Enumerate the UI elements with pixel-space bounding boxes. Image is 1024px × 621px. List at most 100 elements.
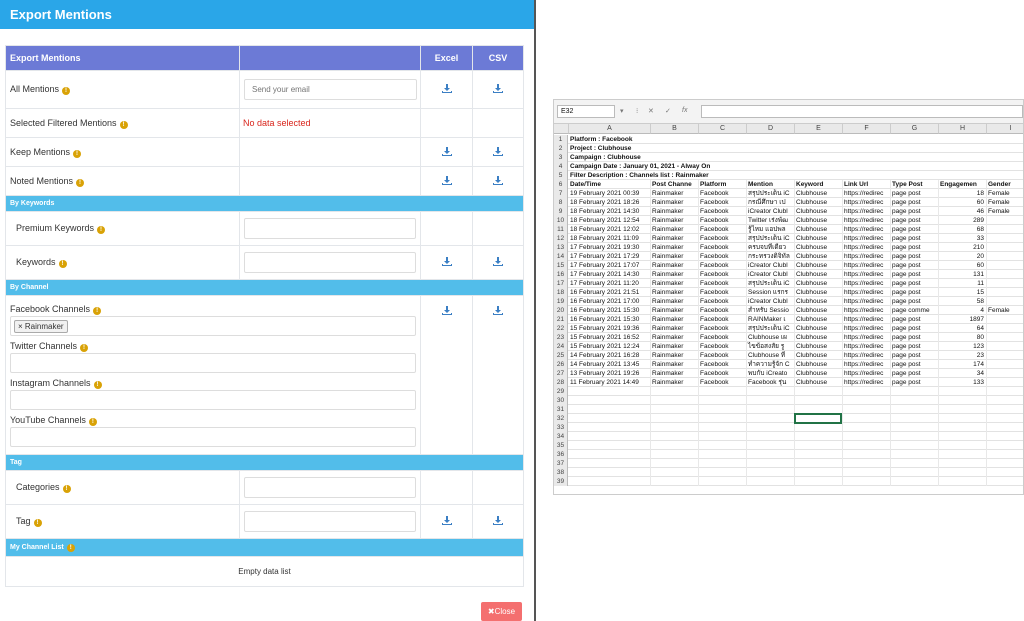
empty-cell[interactable] — [843, 468, 891, 477]
data-cell[interactable]: Female — [987, 306, 1023, 315]
data-cell[interactable]: Clubhouse — [795, 252, 843, 261]
row-number[interactable]: 31 — [554, 405, 568, 414]
empty-cell[interactable] — [795, 450, 843, 459]
data-cell[interactable]: 17 February 2021 17:29 — [569, 252, 651, 261]
empty-cell[interactable] — [651, 459, 699, 468]
empty-cell[interactable] — [699, 450, 747, 459]
empty-cell[interactable] — [843, 423, 891, 432]
row-number[interactable]: 33 — [554, 423, 568, 432]
data-cell[interactable]: 58 — [939, 297, 987, 306]
all-mentions-excel-download[interactable] — [420, 70, 473, 109]
data-cell[interactable]: Facebook — [699, 252, 747, 261]
data-cell[interactable]: Twitter เร่งพัฒ — [747, 216, 795, 225]
data-cell[interactable]: 46 — [939, 207, 987, 216]
download-icon[interactable] — [441, 516, 452, 525]
data-cell[interactable]: page post — [891, 324, 939, 333]
empty-cell[interactable] — [569, 432, 651, 441]
data-cell[interactable]: 16 February 2021 15:30 — [569, 306, 651, 315]
data-cell[interactable]: Clubhouse — [795, 324, 843, 333]
row-number[interactable]: 12 — [554, 234, 568, 243]
data-cell[interactable]: https://redirec — [843, 324, 891, 333]
data-cell[interactable]: 34 — [939, 369, 987, 378]
data-cell[interactable]: Session แรกร — [747, 288, 795, 297]
empty-cell[interactable] — [843, 414, 891, 423]
empty-cell[interactable] — [747, 450, 795, 459]
row-number[interactable]: 38 — [554, 468, 568, 477]
empty-cell[interactable] — [987, 414, 1023, 423]
column-header-a[interactable]: A — [569, 124, 651, 134]
data-cell[interactable]: 17 February 2021 19:30 — [569, 243, 651, 252]
row-number[interactable]: 9 — [554, 207, 568, 216]
data-cell[interactable]: 20 — [939, 252, 987, 261]
twitter-channels-input[interactable] — [10, 353, 416, 373]
column-header-e[interactable]: E — [795, 124, 843, 134]
data-cell[interactable]: https://redirec — [843, 207, 891, 216]
data-cell[interactable]: page post — [891, 261, 939, 270]
column-header-i[interactable]: I — [987, 124, 1023, 134]
data-cell[interactable]: https://redirec — [843, 270, 891, 279]
row-number[interactable]: 25 — [554, 351, 568, 360]
data-cell[interactable] — [987, 216, 1023, 225]
data-cell[interactable]: 18 February 2021 12:02 — [569, 225, 651, 234]
empty-cell[interactable] — [569, 396, 651, 405]
data-cell[interactable]: page post — [891, 279, 939, 288]
row-number[interactable]: 8 — [554, 198, 568, 207]
data-cell[interactable] — [987, 288, 1023, 297]
data-cell[interactable]: Clubhouse — [795, 378, 843, 387]
data-cell[interactable]: Facebook — [699, 324, 747, 333]
empty-cell[interactable] — [747, 405, 795, 414]
data-cell[interactable]: 16 February 2021 17:00 — [569, 297, 651, 306]
row-number[interactable]: 35 — [554, 441, 568, 450]
meta-cell[interactable]: Platform : Facebook — [569, 135, 869, 144]
data-cell[interactable]: 133 — [939, 378, 987, 387]
function-icon[interactable]: fx — [682, 107, 687, 114]
empty-cell[interactable] — [651, 387, 699, 396]
data-cell[interactable]: Clubhouse — [795, 234, 843, 243]
keep-excel-download[interactable] — [420, 137, 473, 167]
column-header-b[interactable]: B — [651, 124, 699, 134]
data-cell[interactable]: Clubhouse — [795, 279, 843, 288]
row-number[interactable]: 13 — [554, 243, 568, 252]
data-cell[interactable]: 18 February 2021 12:54 — [569, 216, 651, 225]
row-number[interactable]: 17 — [554, 279, 568, 288]
data-cell[interactable]: 19 February 2021 00:39 — [569, 189, 651, 198]
formula-input[interactable] — [701, 105, 1023, 118]
data-cell[interactable]: 16 February 2021 21:51 — [569, 288, 651, 297]
data-cell[interactable]: Facebook — [699, 270, 747, 279]
row-number[interactable]: 7 — [554, 189, 568, 198]
data-cell[interactable]: สำหรับ Sessio — [747, 306, 795, 315]
empty-cell[interactable] — [843, 396, 891, 405]
header-cell[interactable]: Engagemen — [939, 180, 987, 189]
data-cell[interactable]: Facebook — [699, 225, 747, 234]
close-button[interactable]: ✖Close — [481, 602, 522, 621]
empty-cell[interactable] — [939, 432, 987, 441]
empty-cell[interactable] — [747, 423, 795, 432]
header-cell[interactable]: Gender — [987, 180, 1023, 189]
header-cell[interactable]: Keyword — [795, 180, 843, 189]
empty-cell[interactable] — [843, 432, 891, 441]
data-cell[interactable]: Clubhouse — [795, 207, 843, 216]
empty-cell[interactable] — [747, 387, 795, 396]
row-number[interactable]: 24 — [554, 342, 568, 351]
data-cell[interactable]: page post — [891, 189, 939, 198]
empty-cell[interactable] — [843, 477, 891, 486]
data-cell[interactable] — [987, 324, 1023, 333]
empty-cell[interactable] — [569, 405, 651, 414]
download-icon[interactable] — [493, 257, 503, 266]
data-cell[interactable]: 68 — [939, 225, 987, 234]
empty-cell[interactable] — [987, 450, 1023, 459]
data-cell[interactable]: 18 February 2021 11:09 — [569, 234, 651, 243]
download-icon[interactable] — [493, 306, 503, 315]
empty-cell[interactable] — [987, 423, 1023, 432]
data-cell[interactable]: https://redirec — [843, 216, 891, 225]
download-icon[interactable] — [493, 175, 503, 185]
data-cell[interactable]: Rainmaker — [651, 207, 699, 216]
empty-cell[interactable] — [939, 387, 987, 396]
data-cell[interactable]: 15 February 2021 19:36 — [569, 324, 651, 333]
data-cell[interactable]: Clubhouse — [795, 369, 843, 378]
row-number[interactable]: 14 — [554, 252, 568, 261]
data-cell[interactable]: https://redirec — [843, 261, 891, 270]
empty-cell[interactable] — [987, 459, 1023, 468]
row-number[interactable]: 3 — [554, 153, 568, 162]
keep-csv-download[interactable] — [472, 137, 524, 167]
